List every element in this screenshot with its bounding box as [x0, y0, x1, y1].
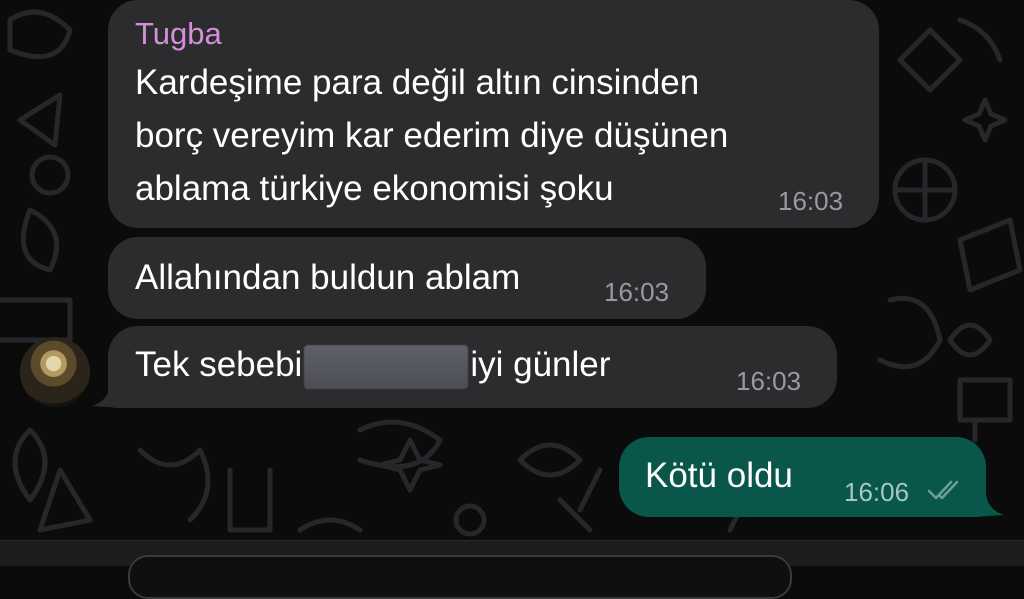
message-time: 16:03 — [778, 186, 844, 216]
bubble-tail — [92, 382, 122, 408]
message-time: 16:03 — [604, 277, 670, 307]
message-text: Allahından buldun ablam — [135, 258, 521, 297]
redacted-block — [304, 344, 469, 389]
bubble-tail — [974, 491, 1004, 517]
message-text-part: Tek sebebi — [135, 345, 303, 384]
message-line: ablama türkiye ekonomisi şoku — [135, 169, 614, 208]
message-line: borç vereyim kar ederim diye düşünen — [135, 116, 729, 155]
sender-name[interactable]: Tugba — [135, 16, 222, 52]
message-text: Kötü oldu — [645, 456, 793, 495]
message-text-part: iyi günler — [470, 345, 611, 384]
message-text: Kardeşime para değil altın cinsinden bor… — [135, 56, 728, 215]
message-bubble-incoming[interactable]: Allahından buldun ablam 16:03 — [108, 237, 706, 319]
message-input[interactable] — [128, 555, 792, 599]
message-bubble-incoming[interactable]: Tek sebebi iyi günler 16:03 — [108, 326, 837, 408]
message-bubble-outgoing[interactable]: Kötü oldu 16:06 — [619, 437, 986, 517]
message-time: 16:06 — [844, 477, 910, 507]
contact-avatar[interactable] — [20, 337, 90, 407]
message-time: 16:03 — [736, 366, 802, 396]
message-text: Tek sebebi iyi günler — [135, 338, 610, 391]
double-check-icon — [927, 480, 959, 500]
message-bubble-incoming[interactable]: Tugba Kardeşime para değil altın cinsind… — [108, 0, 879, 228]
message-line: Kardeşime para değil altın cinsinden — [135, 63, 700, 102]
